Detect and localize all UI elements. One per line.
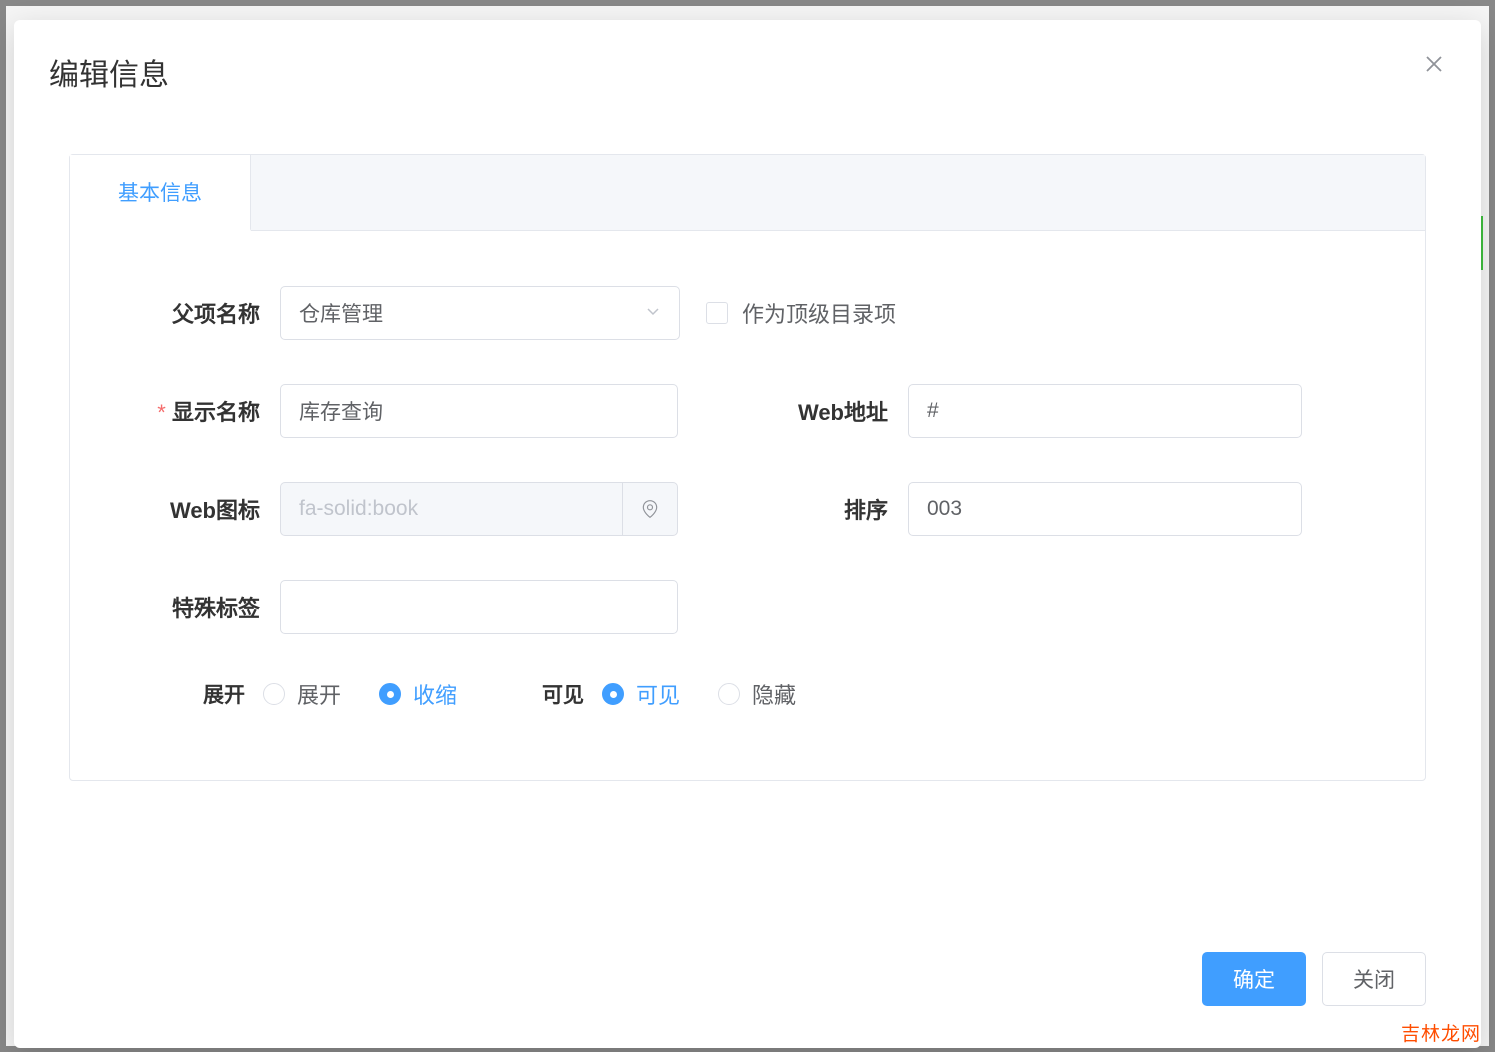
dialog-title: 编辑信息 bbox=[49, 50, 169, 94]
special-tag-input[interactable] bbox=[280, 580, 678, 634]
form: 父项名称 仓库管理 作为顶级目录项 bbox=[70, 231, 1425, 780]
watermark: 吉林龙网 bbox=[1401, 1019, 1481, 1046]
special-tag-label: 特殊标签 bbox=[130, 591, 280, 623]
radio-expand-open[interactable]: 展开 bbox=[263, 678, 341, 710]
sort-label: 排序 bbox=[768, 493, 908, 525]
icon-picker-button[interactable] bbox=[622, 482, 678, 536]
close-icon[interactable] bbox=[1422, 50, 1446, 80]
radio-visible-hidden[interactable]: 隐藏 bbox=[718, 678, 796, 710]
top-level-checkbox[interactable]: 作为顶级目录项 bbox=[706, 297, 896, 329]
radio-label: 可见 bbox=[636, 678, 680, 710]
radio-icon bbox=[602, 683, 624, 705]
radio-icon bbox=[263, 683, 285, 705]
confirm-button[interactable]: 确定 bbox=[1202, 952, 1306, 1006]
web-icon-label: Web图标 bbox=[130, 493, 280, 525]
dialog-header: 编辑信息 bbox=[14, 20, 1481, 114]
location-icon bbox=[640, 499, 660, 519]
sort-input[interactable] bbox=[908, 482, 1302, 536]
dialog-footer: 确定 关闭 bbox=[14, 952, 1481, 1048]
display-name-input[interactable] bbox=[280, 384, 678, 438]
tab-basic-info[interactable]: 基本信息 bbox=[70, 155, 251, 231]
chevron-down-icon bbox=[645, 303, 661, 324]
dialog-body: 基本信息 父项名称 仓库管理 bbox=[14, 114, 1481, 952]
parent-select[interactable]: 仓库管理 bbox=[280, 286, 680, 340]
web-icon-input: fa-solid:book bbox=[280, 482, 622, 536]
parent-label: 父项名称 bbox=[130, 297, 280, 329]
radio-label: 收缩 bbox=[413, 678, 457, 710]
parent-select-value: 仓库管理 bbox=[299, 298, 383, 328]
edit-dialog: 编辑信息 基本信息 父项名称 仓库管理 bbox=[14, 20, 1481, 1048]
checkbox-icon bbox=[706, 302, 728, 324]
web-url-label: Web地址 bbox=[768, 395, 908, 427]
tabs-header: 基本信息 bbox=[70, 155, 1425, 231]
display-name-label: 显示名称 bbox=[130, 395, 280, 427]
radio-label: 展开 bbox=[297, 678, 341, 710]
expand-label: 展开 bbox=[198, 679, 263, 709]
top-level-label: 作为顶级目录项 bbox=[742, 297, 896, 329]
tab-filler bbox=[251, 155, 1425, 230]
visible-label: 可见 bbox=[537, 679, 602, 709]
tabs-container: 基本信息 父项名称 仓库管理 bbox=[69, 154, 1426, 781]
radio-visible-yes[interactable]: 可见 bbox=[602, 678, 680, 710]
radio-label: 隐藏 bbox=[752, 678, 796, 710]
close-button[interactable]: 关闭 bbox=[1322, 952, 1426, 1006]
web-url-input[interactable] bbox=[908, 384, 1302, 438]
radio-icon bbox=[379, 683, 401, 705]
radio-icon bbox=[718, 683, 740, 705]
radio-expand-collapse[interactable]: 收缩 bbox=[379, 678, 457, 710]
